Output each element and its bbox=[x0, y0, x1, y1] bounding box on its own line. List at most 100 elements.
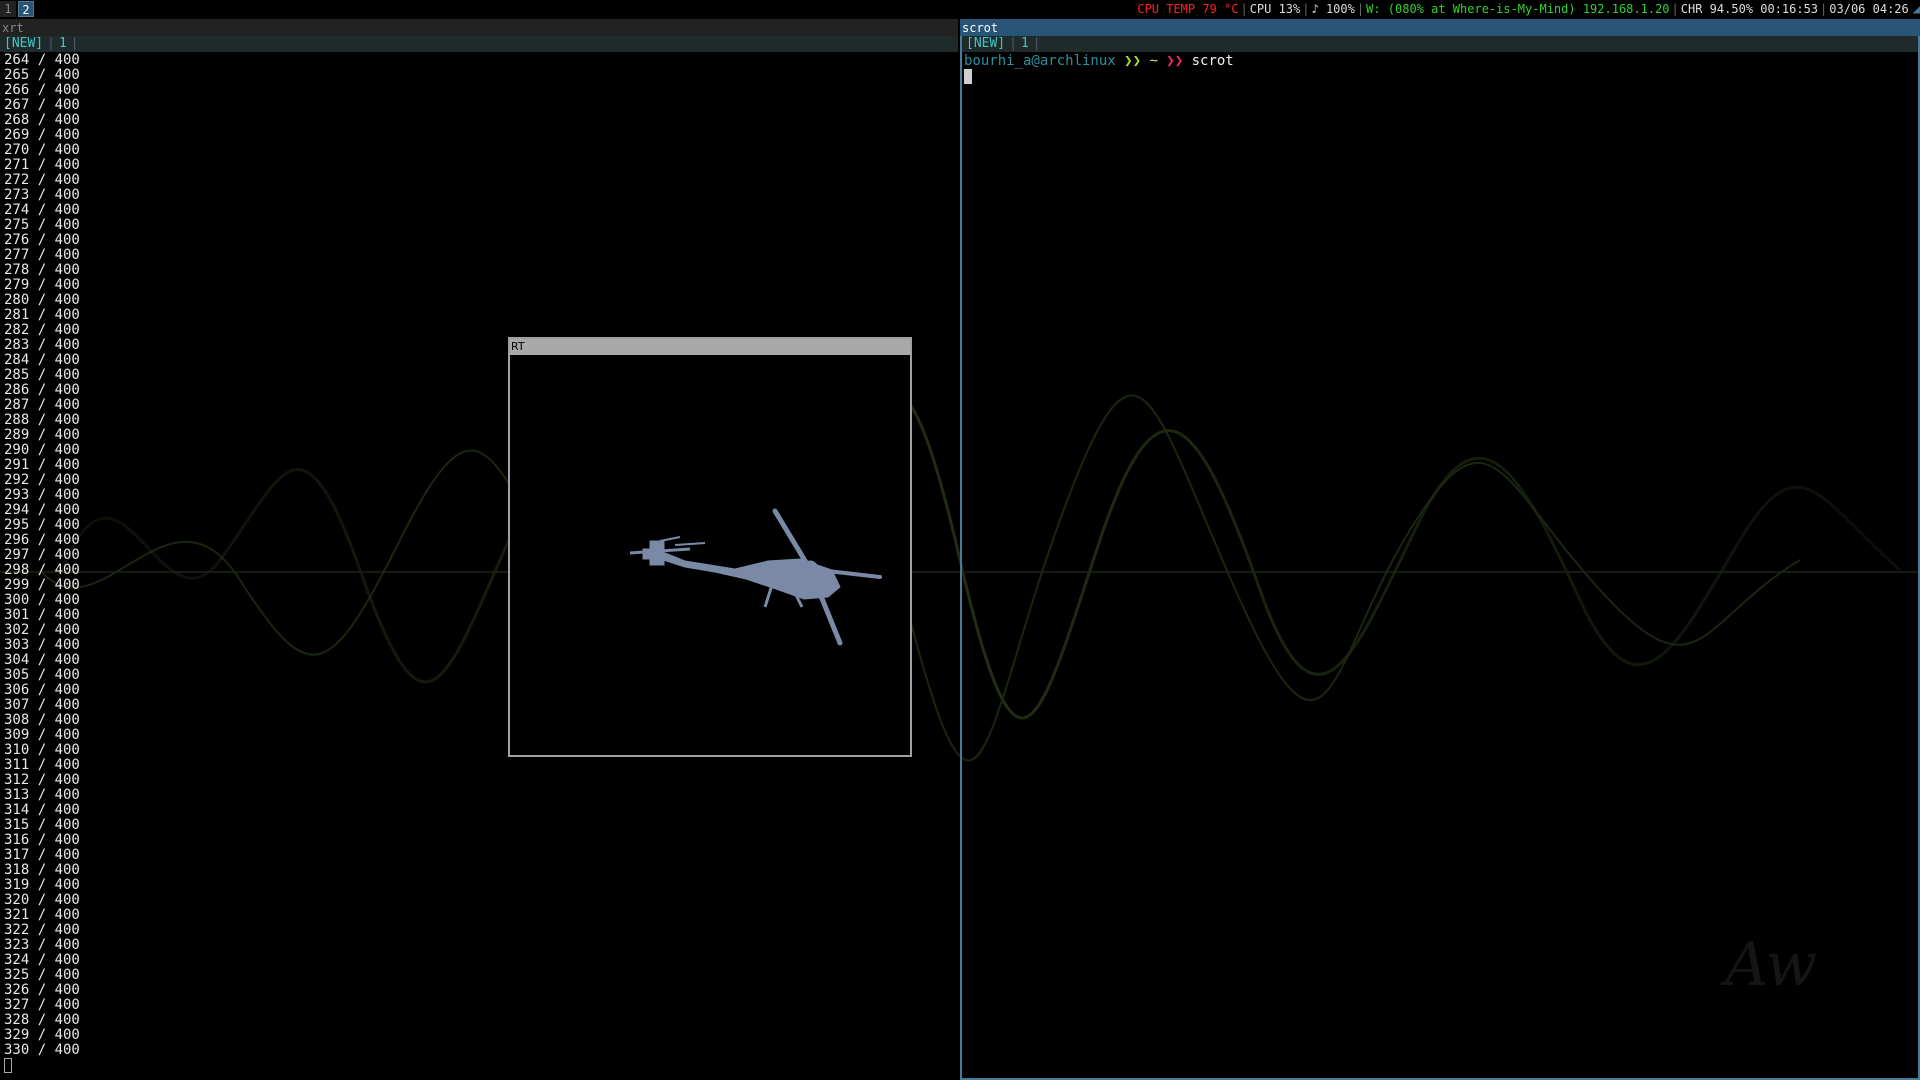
progress-line: 323 / 400 bbox=[4, 937, 80, 953]
datetime-status: 03/06 04:26 bbox=[1829, 2, 1909, 16]
progress-line: 309 / 400 bbox=[4, 727, 80, 743]
progress-line: 301 / 400 bbox=[4, 607, 80, 623]
shell-prompt-line[interactable]: bourhi_a@archlinux ❯❯ ~ ❯❯ scrot bbox=[964, 53, 1234, 69]
progress-line: 287 / 400 bbox=[4, 397, 80, 413]
terminal-cursor bbox=[4, 1058, 12, 1073]
progress-line: 329 / 400 bbox=[4, 1027, 80, 1043]
progress-line: 306 / 400 bbox=[4, 682, 80, 698]
progress-line: 267 / 400 bbox=[4, 97, 80, 113]
tab-divider: | bbox=[70, 36, 79, 51]
prompt-arrow: ❯❯ bbox=[1115, 53, 1150, 69]
progress-line: 324 / 400 bbox=[4, 952, 80, 968]
progress-line: 318 / 400 bbox=[4, 862, 80, 878]
scrot-window-title[interactable]: scrot bbox=[960, 19, 1920, 37]
progress-line: 328 / 400 bbox=[4, 1012, 80, 1028]
progress-line: 284 / 400 bbox=[4, 352, 80, 368]
progress-line: 265 / 400 bbox=[4, 67, 80, 83]
progress-line: 276 / 400 bbox=[4, 232, 80, 248]
progress-line: 293 / 400 bbox=[4, 487, 80, 503]
progress-line: 278 / 400 bbox=[4, 262, 80, 278]
progress-line: 291 / 400 bbox=[4, 457, 80, 473]
progress-line: 330 / 400 bbox=[4, 1042, 80, 1058]
progress-line: 327 / 400 bbox=[4, 997, 80, 1013]
workspace-2-button[interactable]: 2 bbox=[18, 1, 34, 17]
progress-line: 273 / 400 bbox=[4, 187, 80, 203]
progress-line: 296 / 400 bbox=[4, 532, 80, 548]
battery-status: CHR 94.50% 00:16:53 bbox=[1680, 2, 1819, 16]
tray-icon[interactable]: ◢ bbox=[1913, 0, 1920, 18]
progress-line: 298 / 400 bbox=[4, 562, 80, 578]
progress-line: 313 / 400 bbox=[4, 787, 80, 803]
rt-render-window[interactable]: RT bbox=[508, 337, 912, 757]
workspace-1-button[interactable]: 1 bbox=[0, 1, 16, 17]
progress-line: 288 / 400 bbox=[4, 412, 80, 428]
rt-window-title[interactable]: RT bbox=[510, 339, 910, 355]
tab-1[interactable]: 1 bbox=[1017, 36, 1033, 52]
tab-new[interactable]: [NEW] bbox=[962, 36, 1009, 52]
separator: | bbox=[1356, 2, 1365, 16]
progress-line: 320 / 400 bbox=[4, 892, 80, 908]
progress-line: 307 / 400 bbox=[4, 697, 80, 713]
progress-line: 326 / 400 bbox=[4, 982, 80, 998]
progress-line: 317 / 400 bbox=[4, 847, 80, 863]
left-tmux-tabline: [NEW] | 1 | bbox=[0, 36, 958, 52]
progress-line: 270 / 400 bbox=[4, 142, 80, 158]
right-tmux-tabline: [NEW] | 1 | bbox=[962, 36, 1918, 52]
progress-line: 271 / 400 bbox=[4, 157, 80, 173]
progress-line: 294 / 400 bbox=[4, 502, 80, 518]
progress-line: 297 / 400 bbox=[4, 547, 80, 563]
progress-line: 281 / 400 bbox=[4, 307, 80, 323]
cpu-usage-status: CPU 13% bbox=[1249, 2, 1301, 16]
progress-line: 292 / 400 bbox=[4, 472, 80, 488]
xrt-window-title[interactable]: xrt bbox=[0, 19, 958, 37]
progress-line: 264 / 400 bbox=[4, 52, 80, 68]
progress-line: 305 / 400 bbox=[4, 667, 80, 683]
separator: | bbox=[1302, 2, 1310, 16]
progress-line: 279 / 400 bbox=[4, 277, 80, 293]
progress-line: 272 / 400 bbox=[4, 172, 80, 188]
separator: | bbox=[1240, 2, 1248, 16]
progress-line: 325 / 400 bbox=[4, 967, 80, 983]
progress-line: 274 / 400 bbox=[4, 202, 80, 218]
progress-line: 314 / 400 bbox=[4, 802, 80, 818]
tab-divider: | bbox=[1032, 36, 1041, 51]
volume-status: ♪ 100% bbox=[1311, 2, 1355, 16]
progress-line: 304 / 400 bbox=[4, 652, 80, 668]
tab-divider: | bbox=[1009, 36, 1017, 51]
progress-line: 280 / 400 bbox=[4, 292, 80, 308]
progress-line: 319 / 400 bbox=[4, 877, 80, 893]
progress-line: 322 / 400 bbox=[4, 922, 80, 938]
progress-line: 277 / 400 bbox=[4, 247, 80, 263]
progress-line: 282 / 400 bbox=[4, 322, 80, 338]
progress-line: 315 / 400 bbox=[4, 817, 80, 833]
prompt-user: bourhi_a@archlinux bbox=[964, 53, 1116, 69]
tab-1[interactable]: 1 bbox=[55, 36, 71, 52]
progress-line: 316 / 400 bbox=[4, 832, 80, 848]
progress-line: 302 / 400 bbox=[4, 622, 80, 638]
progress-line: 286 / 400 bbox=[4, 382, 80, 398]
progress-line: 295 / 400 bbox=[4, 517, 80, 533]
progress-line: 308 / 400 bbox=[4, 712, 80, 728]
progress-line: 285 / 400 bbox=[4, 367, 80, 383]
prompt-arrow: ❯❯ bbox=[1157, 53, 1192, 69]
progress-line: 289 / 400 bbox=[4, 427, 80, 443]
progress-line: 275 / 400 bbox=[4, 217, 80, 233]
cpu-temp-status: CPU TEMP 79 °C bbox=[1137, 2, 1239, 16]
focused-window-border bbox=[960, 36, 1920, 1080]
progress-line: 269 / 400 bbox=[4, 127, 80, 143]
progress-line: 290 / 400 bbox=[4, 442, 80, 458]
prompt-dir: ~ bbox=[1149, 53, 1158, 69]
helicopter-render-icon bbox=[629, 508, 882, 646]
progress-line: 299 / 400 bbox=[4, 577, 80, 593]
progress-line: 311 / 400 bbox=[4, 757, 80, 773]
progress-line: 268 / 400 bbox=[4, 112, 80, 128]
tab-new[interactable]: [NEW] bbox=[0, 36, 47, 52]
terminal-cursor bbox=[964, 69, 972, 84]
progress-line: 303 / 400 bbox=[4, 637, 80, 653]
status-blocks: CPU TEMP 79 °C | CPU 13% | ♪ 100% | W: (080% a… bbox=[1137, 0, 1920, 18]
top-status-bar: 1 2 CPU TEMP 79 °C | CPU 13% | ♪ 100% | W: (08… bbox=[0, 0, 1920, 18]
progress-line: 300 / 400 bbox=[4, 592, 80, 608]
tab-divider: | bbox=[47, 36, 55, 51]
progress-line: 312 / 400 bbox=[4, 772, 80, 788]
progress-line: 266 / 400 bbox=[4, 82, 80, 98]
